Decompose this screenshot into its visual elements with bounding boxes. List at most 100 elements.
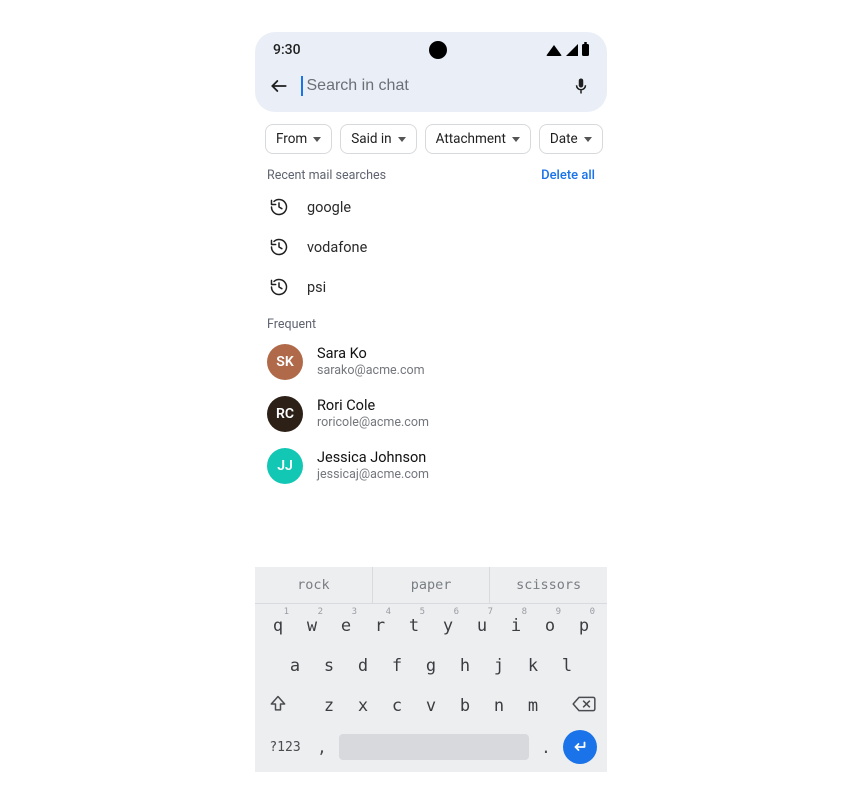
recent-search-item[interactable]: psi [255, 267, 607, 307]
key-hint: 8 [522, 607, 527, 617]
recent-search-item[interactable]: vodafone [255, 227, 607, 267]
contact-email: jessicaj@acme.com [317, 467, 429, 483]
cell-signal-icon [566, 44, 578, 56]
key-l[interactable]: l [552, 648, 582, 680]
voice-search-button[interactable] [571, 76, 591, 96]
recent-search-term: psi [307, 279, 326, 296]
microphone-icon [572, 77, 590, 95]
keyboard-suggestion[interactable]: rock [255, 567, 373, 603]
symbols-key[interactable]: ?123 [265, 740, 305, 755]
contact-item[interactable]: JJ Jessica Johnsonjessicaj@acme.com [255, 440, 607, 492]
key-e[interactable]: 3e [331, 608, 361, 640]
backspace-icon [571, 694, 597, 714]
avatar: RC [267, 396, 303, 432]
arrow-left-icon [269, 76, 289, 96]
contact-item[interactable]: SK Sara Kosarako@acme.com [255, 336, 607, 388]
contact-name: Jessica Johnson [317, 449, 429, 467]
key-hint: 1 [284, 607, 289, 617]
text-caret-icon [301, 76, 303, 96]
key-h[interactable]: h [450, 648, 480, 680]
shift-key[interactable] [261, 688, 295, 720]
enter-key[interactable] [563, 730, 597, 764]
chip-label: From [276, 131, 307, 147]
contact-name: Rori Cole [317, 397, 429, 415]
filter-chip-date[interactable]: Date [539, 124, 603, 154]
key-s[interactable]: s [314, 648, 344, 680]
status-icons [546, 44, 589, 56]
filter-chip-said-in[interactable]: Said in [340, 124, 416, 154]
on-screen-keyboard: rock paper scissors 1q2w3e4r5t6y7u8i9o0p… [255, 567, 607, 772]
key-j[interactable]: j [484, 648, 514, 680]
key-v[interactable]: v [416, 688, 446, 720]
key-f[interactable]: f [382, 648, 412, 680]
recent-header: Recent mail searches [267, 168, 386, 183]
key-hint: 2 [318, 607, 323, 617]
status-bar: 9:30 [255, 32, 607, 62]
recent-header-row: Recent mail searches Delete all [255, 160, 607, 187]
search-input[interactable] [305, 76, 560, 96]
contact-item[interactable]: RC Rori Coleroricole@acme.com [255, 388, 607, 440]
status-time: 9:30 [273, 42, 301, 58]
recent-search-item[interactable]: google [255, 187, 607, 227]
key-y[interactable]: 6y [433, 608, 463, 640]
history-icon [269, 197, 289, 217]
contact-email: sarako@acme.com [317, 363, 425, 379]
search-bar [255, 62, 607, 100]
chip-label: Said in [351, 131, 391, 147]
key-hint: 6 [454, 607, 459, 617]
key-m[interactable]: m [518, 688, 548, 720]
key-hint: 3 [352, 607, 357, 617]
delete-all-link[interactable]: Delete all [541, 168, 595, 183]
filter-chip-from[interactable]: From [265, 124, 332, 154]
history-icon [269, 237, 289, 257]
key-a[interactable]: a [280, 648, 310, 680]
key-u[interactable]: 7u [467, 608, 497, 640]
avatar: SK [267, 344, 303, 380]
chevron-down-icon [398, 137, 406, 142]
key-o[interactable]: 9o [535, 608, 565, 640]
filter-chip-attachment[interactable]: Attachment [425, 124, 531, 154]
frequent-header: Frequent [255, 307, 607, 336]
key-c[interactable]: c [382, 688, 412, 720]
key-r[interactable]: 4r [365, 608, 395, 640]
keyboard-suggestion[interactable]: scissors [490, 567, 607, 603]
keyboard-suggestion-row: rock paper scissors [255, 567, 607, 604]
phone-frame: 9:30 [255, 32, 607, 772]
key-b[interactable]: b [450, 688, 480, 720]
key-p[interactable]: 0p [569, 608, 599, 640]
period-key[interactable]: . [537, 738, 555, 757]
key-w[interactable]: 2w [297, 608, 327, 640]
key-n[interactable]: n [484, 688, 514, 720]
chip-label: Date [550, 131, 578, 147]
chevron-down-icon [512, 137, 520, 142]
top-card: 9:30 [255, 32, 607, 112]
contact-email: roricole@acme.com [317, 415, 429, 431]
key-z[interactable]: z [314, 688, 344, 720]
avatar: JJ [267, 448, 303, 484]
recent-search-term: vodafone [307, 239, 367, 256]
comma-key[interactable]: , [313, 738, 331, 757]
recent-search-term: google [307, 199, 351, 216]
shift-icon [268, 694, 288, 714]
backspace-key[interactable] [567, 688, 601, 720]
chevron-down-icon [584, 137, 592, 142]
enter-icon [571, 738, 589, 756]
key-q[interactable]: 1q [263, 608, 293, 640]
key-hint: 4 [386, 607, 391, 617]
contact-name: Sara Ko [317, 345, 425, 363]
key-t[interactable]: 5t [399, 608, 429, 640]
key-hint: 5 [420, 607, 425, 617]
key-hint: 7 [488, 607, 493, 617]
space-key[interactable] [339, 734, 529, 760]
wifi-icon [546, 45, 562, 56]
key-d[interactable]: d [348, 648, 378, 680]
key-hint: 9 [556, 607, 561, 617]
key-x[interactable]: x [348, 688, 378, 720]
history-icon [269, 277, 289, 297]
key-k[interactable]: k [518, 648, 548, 680]
key-g[interactable]: g [416, 648, 446, 680]
back-button[interactable] [269, 76, 289, 96]
camera-cutout-icon [429, 41, 447, 59]
key-i[interactable]: 8i [501, 608, 531, 640]
keyboard-suggestion[interactable]: paper [373, 567, 491, 603]
